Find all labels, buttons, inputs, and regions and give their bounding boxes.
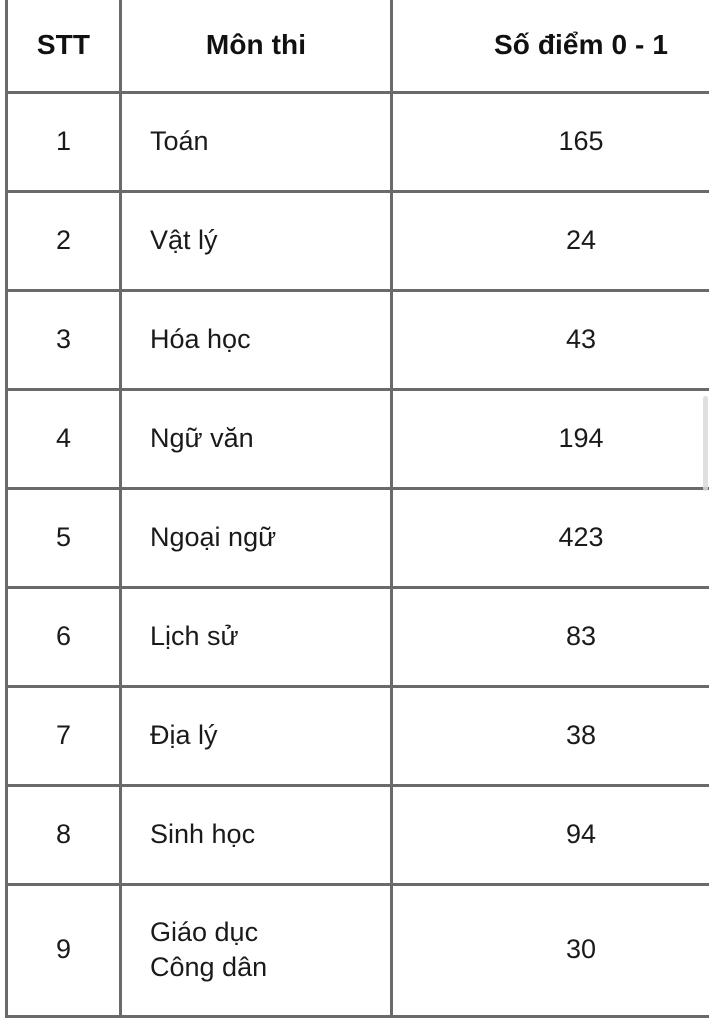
table-row: 7 Địa lý 38 <box>5 684 709 787</box>
cell-score: 423 <box>390 486 709 589</box>
cell-score: 83 <box>390 585 709 688</box>
cell-score: 165 <box>390 90 709 193</box>
cell-stt: 9 <box>5 882 122 1018</box>
table-row: 4 Ngữ văn 194 <box>5 387 709 490</box>
cell-stt: 7 <box>5 684 122 787</box>
cell-stt: 8 <box>5 783 122 886</box>
cell-subject: Địa lý <box>119 684 393 787</box>
table-row: 8 Sinh học 94 <box>5 783 709 886</box>
cell-score: 38 <box>390 684 709 787</box>
cell-subject: Hóa học <box>119 288 393 391</box>
cell-stt: 3 <box>5 288 122 391</box>
screen: STT Môn thi Số điểm 0 - 1 1 Toán 165 2 V… <box>0 0 709 1024</box>
vertical-scrollbar-thumb[interactable] <box>703 396 708 491</box>
table-row: 5 Ngoại ngữ 423 <box>5 486 709 589</box>
column-header-subject: Môn thi <box>119 0 393 94</box>
cell-subject: Vật lý <box>119 189 393 292</box>
header-row: STT Môn thi Số điểm 0 - 1 <box>5 0 709 94</box>
table-row: 2 Vật lý 24 <box>5 189 709 292</box>
exam-score-table: STT Môn thi Số điểm 0 - 1 1 Toán 165 2 V… <box>5 0 709 1018</box>
cell-stt: 4 <box>5 387 122 490</box>
table-row: 3 Hóa học 43 <box>5 288 709 391</box>
cell-subject: Toán <box>119 90 393 193</box>
cell-subject: Ngoại ngữ <box>119 486 393 589</box>
cell-subject: Giáo dục Công dân <box>119 882 393 1018</box>
cell-score: 24 <box>390 189 709 292</box>
cell-subject: Sinh học <box>119 783 393 886</box>
cell-stt: 5 <box>5 486 122 589</box>
cell-stt: 6 <box>5 585 122 688</box>
cell-score: 30 <box>390 882 709 1018</box>
table-row: 9 Giáo dục Công dân 30 <box>5 882 709 1018</box>
cell-subject: Lịch sử <box>119 585 393 688</box>
table-body: 1 Toán 165 2 Vật lý 24 3 Hóa học 43 4 Ng… <box>5 90 709 1018</box>
cell-stt: 2 <box>5 189 122 292</box>
column-header-stt: STT <box>5 0 122 94</box>
cell-score: 43 <box>390 288 709 391</box>
cell-subject: Ngữ văn <box>119 387 393 490</box>
table-row: 1 Toán 165 <box>5 90 709 193</box>
cell-stt: 1 <box>5 90 122 193</box>
column-header-score: Số điểm 0 - 1 <box>390 0 709 94</box>
cell-score: 94 <box>390 783 709 886</box>
table-row: 6 Lịch sử 83 <box>5 585 709 688</box>
table-header: STT Môn thi Số điểm 0 - 1 <box>5 0 709 94</box>
cell-score: 194 <box>390 387 709 490</box>
